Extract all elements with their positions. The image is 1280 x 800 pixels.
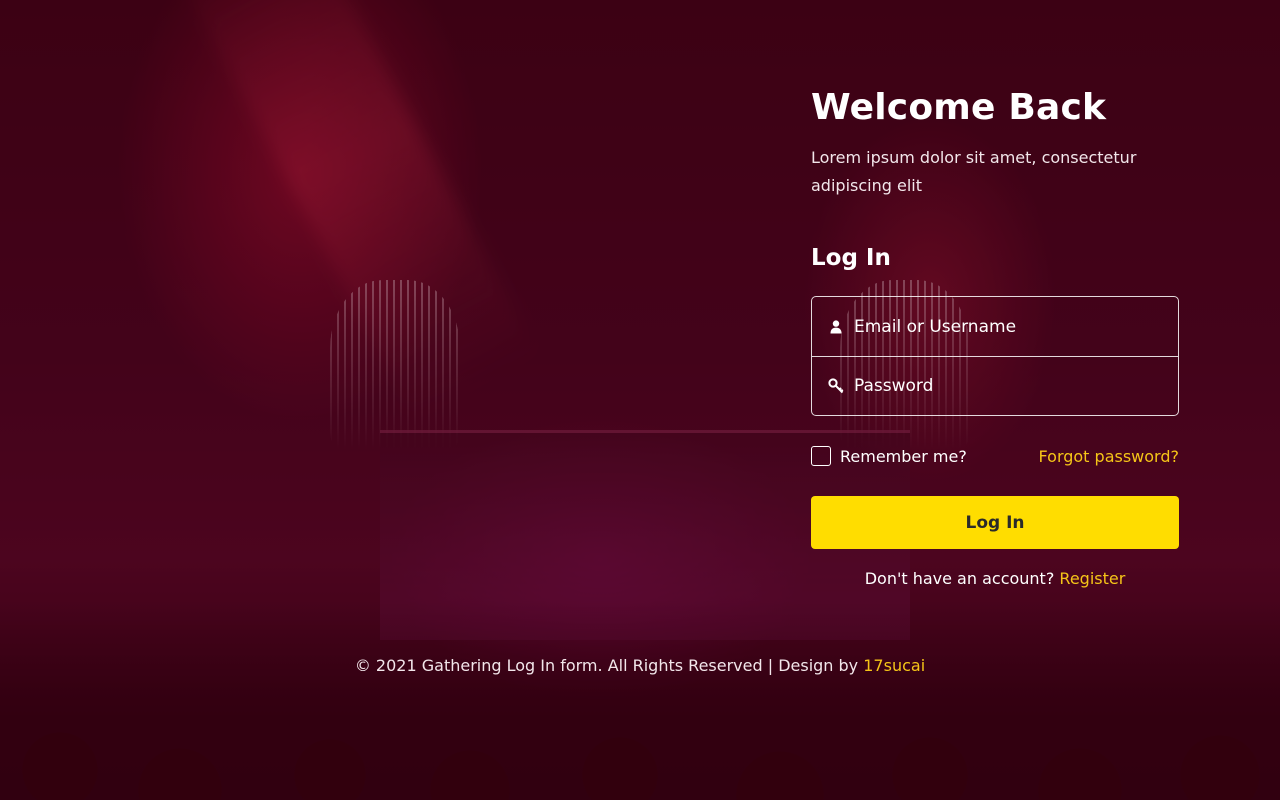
forgot-password-link[interactable]: Forgot password? [1039,447,1179,466]
welcome-title: Welcome Back [811,87,1107,128]
user-icon [828,319,844,335]
register-prompt: Don't have an account? [864,569,1055,588]
credential-fields [811,296,1179,416]
remember-checkbox[interactable] [811,446,831,466]
remember-me[interactable]: Remember me? [811,446,967,466]
username-input[interactable] [854,316,1154,337]
login-heading: Log In [811,245,891,271]
footer-design-link[interactable]: 17sucai [863,656,925,675]
login-form: Remember me? Forgot password? Log In [811,296,1179,549]
remember-label: Remember me? [840,446,967,466]
login-button[interactable]: Log In [811,496,1179,549]
login-panel: Welcome Back Lorem ipsum dolor sit amet,… [811,86,1179,588]
form-options-row: Remember me? Forgot password? [811,446,1179,466]
key-icon [828,378,844,394]
password-field[interactable] [812,356,1178,415]
welcome-subtitle: Lorem ipsum dolor sit amet, consectetur … [811,148,1137,195]
password-input[interactable] [854,376,1154,396]
register-row: Don't have an account? Register [811,569,1179,588]
username-field[interactable] [812,297,1178,356]
footer-text: © 2021 Gathering Log In form. All Rights… [354,656,859,675]
footer: © 2021 Gathering Log In form. All Rights… [0,656,1280,675]
register-link[interactable]: Register [1059,569,1125,588]
